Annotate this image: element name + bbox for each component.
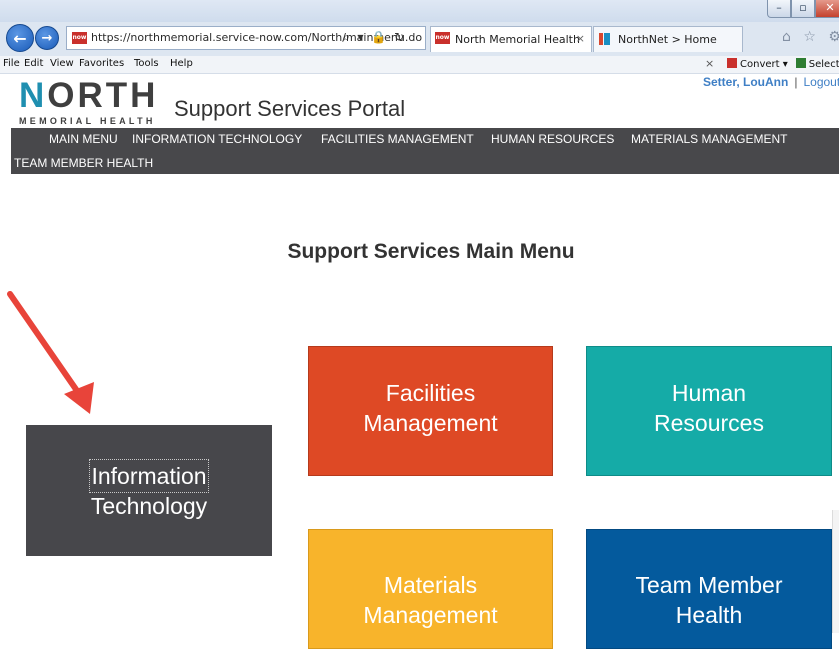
back-button[interactable]: ← [6, 24, 34, 52]
red-arrow-annotation [7, 291, 94, 414]
chevron-down-icon: ▾ [782, 59, 788, 70]
tab-northnet-home[interactable]: NorthNet > Home [593, 26, 743, 52]
team-member-health-tile[interactable]: Team Member Health [586, 529, 832, 649]
nav-team-member-health[interactable]: TEAM MEMBER HEALTH [14, 156, 153, 170]
tile-line2: Technology [90, 492, 208, 519]
facilities-management-tile[interactable]: Facilities Management [308, 346, 553, 476]
convert-label: Convert [740, 59, 780, 70]
select-icon [795, 58, 806, 68]
tile-line1: Human [671, 380, 747, 406]
close-window-button[interactable]: ✕ [815, 0, 839, 18]
logo-text: ORTH [47, 76, 159, 115]
tab-close-icon[interactable]: × [576, 32, 585, 45]
portal-title: Support Services Portal [174, 96, 406, 121]
tile-line1: Facilities [385, 380, 476, 406]
scrollbar[interactable] [832, 510, 839, 633]
servicenow-favicon-icon: now [435, 32, 450, 44]
arrow-shaft [7, 291, 85, 401]
maximize-button[interactable]: ▫ [791, 0, 815, 18]
arrow-head [64, 382, 94, 414]
select-label: Select [808, 59, 839, 70]
menu-tools[interactable]: Tools [134, 58, 159, 69]
nav-information-technology[interactable]: INFORMATION TECHNOLOGY [132, 132, 302, 146]
main-heading: Support Services Main Menu [287, 240, 575, 263]
servicenow-favicon-icon: now [72, 32, 87, 44]
menu-view[interactable]: View [50, 58, 74, 69]
tile-line2: Management [363, 410, 498, 436]
nav-human-resources[interactable]: HUMAN RESOURCES [491, 132, 614, 146]
tab-label: NorthNet > Home [618, 33, 717, 46]
tile-line1: Materials [383, 572, 478, 598]
north-logo[interactable]: NORTH [19, 77, 158, 115]
logout-link[interactable]: Logout [803, 75, 839, 89]
logo-subtitle: MEMORIAL HEALTH [19, 116, 156, 126]
convert-toolbar[interactable]: Convert ▾ Select [727, 58, 839, 70]
nav-facilities-management[interactable]: FACILITIES MANAGEMENT [321, 132, 474, 146]
information-technology-tile[interactable]: Information Technology [26, 425, 272, 556]
separator: | [794, 75, 798, 89]
human-resources-tile[interactable]: Human Resources [586, 346, 832, 476]
menu-help[interactable]: Help [170, 58, 193, 69]
tile-line2: Resources [654, 410, 764, 436]
menu-edit[interactable]: Edit [24, 58, 43, 69]
user-area: Setter, LouAnn | Logout [703, 75, 839, 89]
nav-materials-management[interactable]: MATERIALS MANAGEMENT [631, 132, 787, 146]
logo-accent-letter: N [19, 76, 48, 115]
tab-label: North Memorial Health [455, 33, 580, 46]
forward-button[interactable]: → [35, 26, 59, 50]
address-bar-icons[interactable]: ⌕ ▾ 🔒 ↻ [343, 30, 406, 45]
user-name-link[interactable]: Setter, LouAnn [703, 75, 788, 89]
browser-chrome: – ▫ ✕ ← → now https://northmemorial.serv… [0, 0, 839, 57]
browser-nav-bar: ← → now https://northmemorial.service-no… [0, 22, 839, 57]
pdf-convert-icon [727, 58, 737, 68]
close-toolbar-icon[interactable]: × [705, 57, 714, 70]
tile-line1: Information [89, 458, 209, 493]
home-favorites-settings-icons[interactable]: ⌂ ☆ ⚙ [782, 29, 839, 45]
menu-bar: File Edit View Favorites Tools Help × Co… [0, 56, 839, 74]
menu-file[interactable]: File [3, 58, 20, 69]
nav-main-menu[interactable]: MAIN MENU [49, 132, 118, 146]
materials-management-tile[interactable]: Materials Management [308, 529, 553, 649]
tile-line1: Team Member [635, 572, 783, 598]
menu-favorites[interactable]: Favorites [79, 58, 124, 69]
portal-nav: MAIN MENU INFORMATION TECHNOLOGY FACILIT… [11, 128, 839, 174]
northnet-logo-icon [598, 32, 612, 46]
tile-line2: Health [675, 602, 743, 628]
title-bar: – ▫ ✕ [0, 0, 839, 22]
tile-line2: Management [363, 602, 498, 628]
minimize-button[interactable]: – [767, 0, 791, 18]
tab-north-memorial-health[interactable]: now North Memorial Health × [430, 26, 592, 52]
address-bar[interactable]: now https://northmemorial.service-now.co… [66, 26, 426, 50]
